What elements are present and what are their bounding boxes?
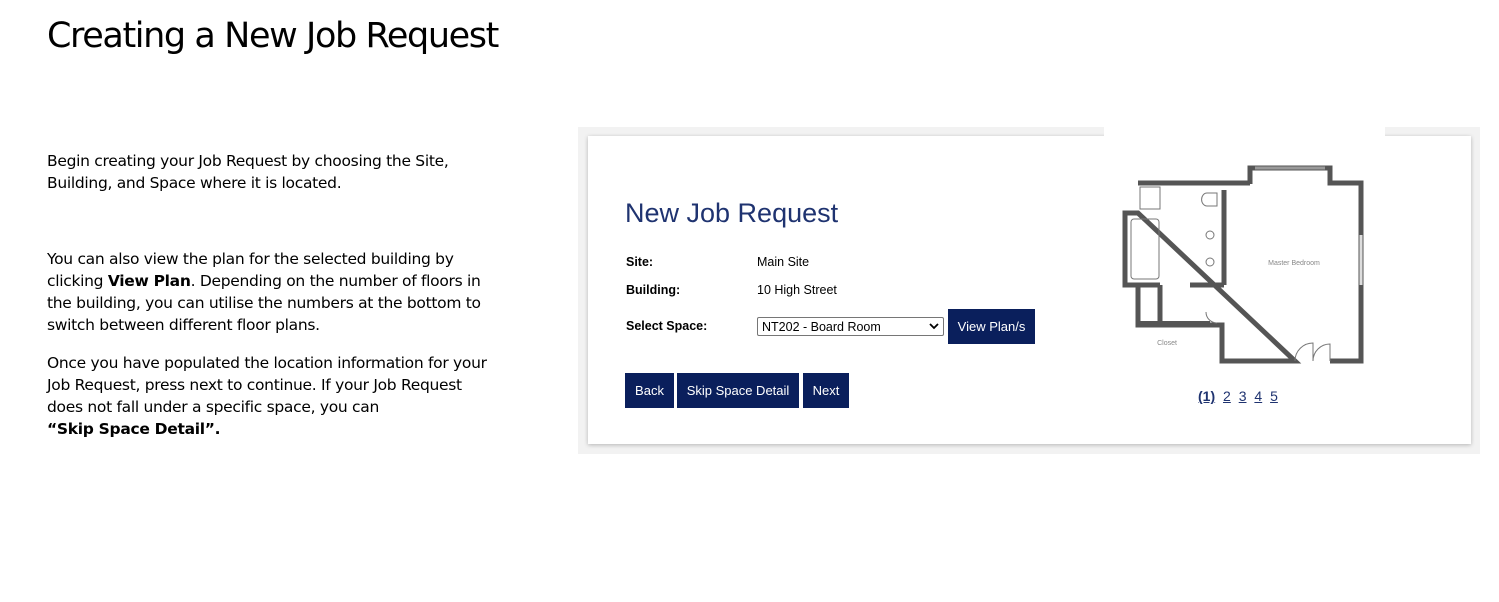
pager-page-3[interactable]: 3 (1239, 388, 1247, 404)
plan-toilet (1201, 192, 1218, 207)
plan-door-double (1294, 342, 1331, 362)
space-select-value: NT202 - Board Room (762, 319, 881, 334)
site-label: Site: (626, 255, 654, 269)
slide-title: Creating a New Job Request (47, 16, 499, 56)
pager-page-4[interactable]: 4 (1254, 388, 1262, 404)
back-button[interactable]: Back (625, 373, 674, 408)
pager-page-5[interactable]: 5 (1270, 388, 1278, 404)
plan-sink-2 (1205, 257, 1215, 267)
skip-space-emphasis: “Skip Space Detail”. (47, 420, 221, 438)
plan-shower (1139, 186, 1161, 210)
plan-label-master-bedroom: Master Bedroom (1268, 260, 1320, 267)
building-label: Building: (626, 283, 681, 297)
select-space-label: Select Space: (626, 319, 708, 333)
pager-page-2[interactable]: 2 (1223, 388, 1231, 404)
plan-label-closet: Closet (1157, 340, 1177, 347)
building-value: 10 High Street (757, 283, 837, 297)
plan-sink-1 (1205, 230, 1215, 240)
chevron-down-icon (929, 323, 939, 330)
plan-backdrop (1104, 127, 1385, 137)
site-value: Main Site (757, 255, 810, 269)
skip-space-detail-button[interactable]: Skip Space Detail (677, 373, 799, 408)
instruction-paragraph-1: Begin creating your Job Request by choos… (47, 152, 449, 192)
floor-plan-pager: (1) 2 3 4 5 (1198, 388, 1282, 404)
instruction-paragraph-2: You can also view the plan for the selec… (47, 248, 497, 336)
next-button[interactable]: Next (803, 373, 849, 408)
paragraph-3-text: Once you have populated the location inf… (47, 354, 487, 416)
view-plan-emphasis: View Plan (107, 272, 191, 290)
view-plans-button[interactable]: View Plan/s (948, 309, 1035, 344)
instruction-paragraph-3: Once you have populated the location inf… (47, 352, 497, 440)
floor-plan-image: Master Bedroom Closet (1122, 165, 1364, 364)
pager-page-1[interactable]: (1) (1198, 388, 1215, 404)
form-title: New Job Request (625, 198, 839, 228)
instructions-text: Begin creating your Job Request by choos… (47, 150, 497, 440)
space-select[interactable]: NT202 - Board Room (757, 317, 944, 336)
